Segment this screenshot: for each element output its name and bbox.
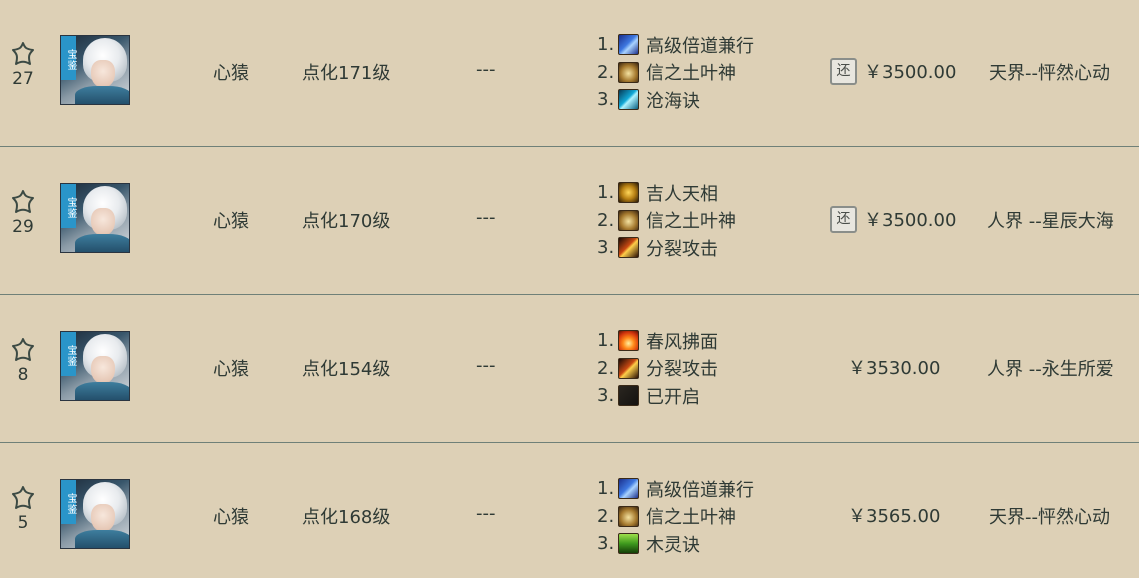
favorite-toggle[interactable]: 27: [8, 40, 38, 89]
character-avatar[interactable]: 宝鉴: [60, 331, 130, 401]
skill-name: 高级倍道兼行: [646, 479, 754, 501]
character-name: 心猿: [213, 211, 249, 232]
empty-field: ---: [476, 355, 496, 376]
empty-field: ---: [476, 503, 496, 524]
skill-item: 2. 信之土叶神: [597, 59, 754, 87]
character-name: 心猿: [213, 63, 249, 84]
favorite-count: 5: [17, 513, 29, 533]
skill-name: 春风拂面: [646, 331, 718, 353]
skill-name: 高级倍道兼行: [646, 35, 754, 57]
skill-item: 3. 木灵诀: [597, 530, 754, 558]
character-avatar[interactable]: 宝鉴: [60, 183, 130, 253]
skill-name: 木灵诀: [646, 534, 700, 556]
empty-field: ---: [476, 59, 496, 80]
empty-field: ---: [476, 207, 496, 228]
skill-list: 1. 高级倍道兼行 2. 信之土叶神 3. 木灵诀: [597, 475, 754, 558]
blue-swirl-icon: [618, 478, 639, 500]
price: ￥3500.00: [864, 62, 957, 83]
treasure-tag: 宝鉴: [61, 36, 76, 80]
flame-spring-icon: [618, 330, 639, 352]
price: ￥3530.00: [848, 358, 941, 379]
fire-split-icon: [618, 357, 639, 379]
skill-name: 分裂攻击: [646, 238, 718, 260]
return-badge: 还: [830, 58, 857, 85]
skill-item: 1. 高级倍道兼行: [597, 475, 754, 503]
treasure-tag: 宝鉴: [61, 332, 76, 376]
return-badge: 还: [830, 206, 857, 233]
blue-swirl-icon: [618, 34, 639, 56]
skill-item: 1. 高级倍道兼行: [597, 31, 754, 59]
cyan-wave-icon: [618, 89, 639, 111]
skill-list: 1. 春风拂面 2. 分裂攻击 3. 已开启: [597, 327, 718, 410]
treasure-tag: 宝鉴: [61, 480, 76, 524]
table-row[interactable]: 8 宝鉴 心猿 点化154级 --- 1. 春风拂面 2. 分裂攻击 3. 已开…: [0, 296, 1139, 443]
character-name: 心猿: [213, 359, 249, 380]
treasure-tag: 宝鉴: [61, 184, 76, 228]
skill-name: 沧海诀: [646, 90, 700, 112]
table-row[interactable]: 27 宝鉴 心猿 点化171级 --- 1. 高级倍道兼行 2. 信之土叶神 3…: [0, 0, 1139, 147]
skill-list: 1. 吉人天相 2. 信之土叶神 3. 分裂攻击: [597, 179, 736, 262]
listing-table: 27 宝鉴 心猿 点化171级 --- 1. 高级倍道兼行 2. 信之土叶神 3…: [0, 0, 1139, 578]
gold-leaf-icon: [618, 209, 639, 231]
table-row[interactable]: 29 宝鉴 心猿 点化170级 --- 1. 吉人天相 2. 信之土叶神 3.: [0, 148, 1139, 295]
character-level: 点化154级: [302, 359, 391, 380]
star-outline-icon[interactable]: [9, 484, 37, 512]
favorite-toggle[interactable]: 8: [8, 336, 38, 385]
skill-name: 信之土叶神: [646, 63, 736, 85]
green-wood-icon: [618, 533, 639, 555]
favorite-count: 8: [17, 365, 29, 385]
skill-list: 1. 高级倍道兼行 2. 信之土叶神 3. 沧海诀: [597, 31, 754, 114]
skill-item: 3. 已开启: [597, 382, 718, 410]
skill-item: 3. 沧海诀: [597, 86, 754, 114]
character-level: 点化171级: [302, 63, 391, 84]
skill-name: 已开启: [646, 386, 700, 408]
skill-item: 3. 分裂攻击: [597, 234, 736, 262]
server-name: 人界 --星辰大海: [987, 211, 1114, 232]
gold-leaf-icon: [618, 61, 639, 83]
favorite-toggle[interactable]: 29: [8, 188, 38, 237]
character-avatar[interactable]: 宝鉴: [60, 479, 130, 549]
fire-split-icon: [618, 237, 639, 259]
skill-name: 信之土叶神: [646, 507, 736, 529]
character-name: 心猿: [213, 507, 249, 528]
star-outline-icon[interactable]: [9, 40, 37, 68]
character-avatar[interactable]: 宝鉴: [60, 35, 130, 105]
skill-name: 信之土叶神: [646, 211, 736, 233]
server-name: 天界--怦然心动: [989, 63, 1110, 84]
dark-slot-icon: [618, 385, 639, 407]
star-outline-icon[interactable]: [9, 336, 37, 364]
price: ￥3500.00: [864, 210, 957, 231]
skill-item: 2. 信之土叶神: [597, 503, 754, 531]
price: ￥3565.00: [848, 506, 941, 527]
skill-item: 1. 春风拂面: [597, 327, 718, 355]
skill-item: 1. 吉人天相: [597, 179, 736, 207]
favorite-count: 27: [12, 69, 34, 89]
table-row[interactable]: 5 宝鉴 心猿 点化168级 --- 1. 高级倍道兼行 2. 信之土叶神 3.: [0, 444, 1139, 578]
server-name: 人界 --永生所爱: [987, 359, 1114, 380]
skill-name: 分裂攻击: [646, 359, 718, 381]
star-outline-icon[interactable]: [9, 188, 37, 216]
skill-name: 吉人天相: [646, 183, 718, 205]
skill-item: 2. 信之土叶神: [597, 207, 736, 235]
character-level: 点化168级: [302, 507, 391, 528]
favorite-count: 29: [12, 217, 34, 237]
favorite-toggle[interactable]: 5: [8, 484, 38, 533]
character-level: 点化170级: [302, 211, 391, 232]
gold-lucky-icon: [618, 182, 639, 204]
skill-item: 2. 分裂攻击: [597, 355, 718, 383]
gold-leaf-icon: [618, 505, 639, 527]
server-name: 天界--怦然心动: [989, 507, 1110, 528]
